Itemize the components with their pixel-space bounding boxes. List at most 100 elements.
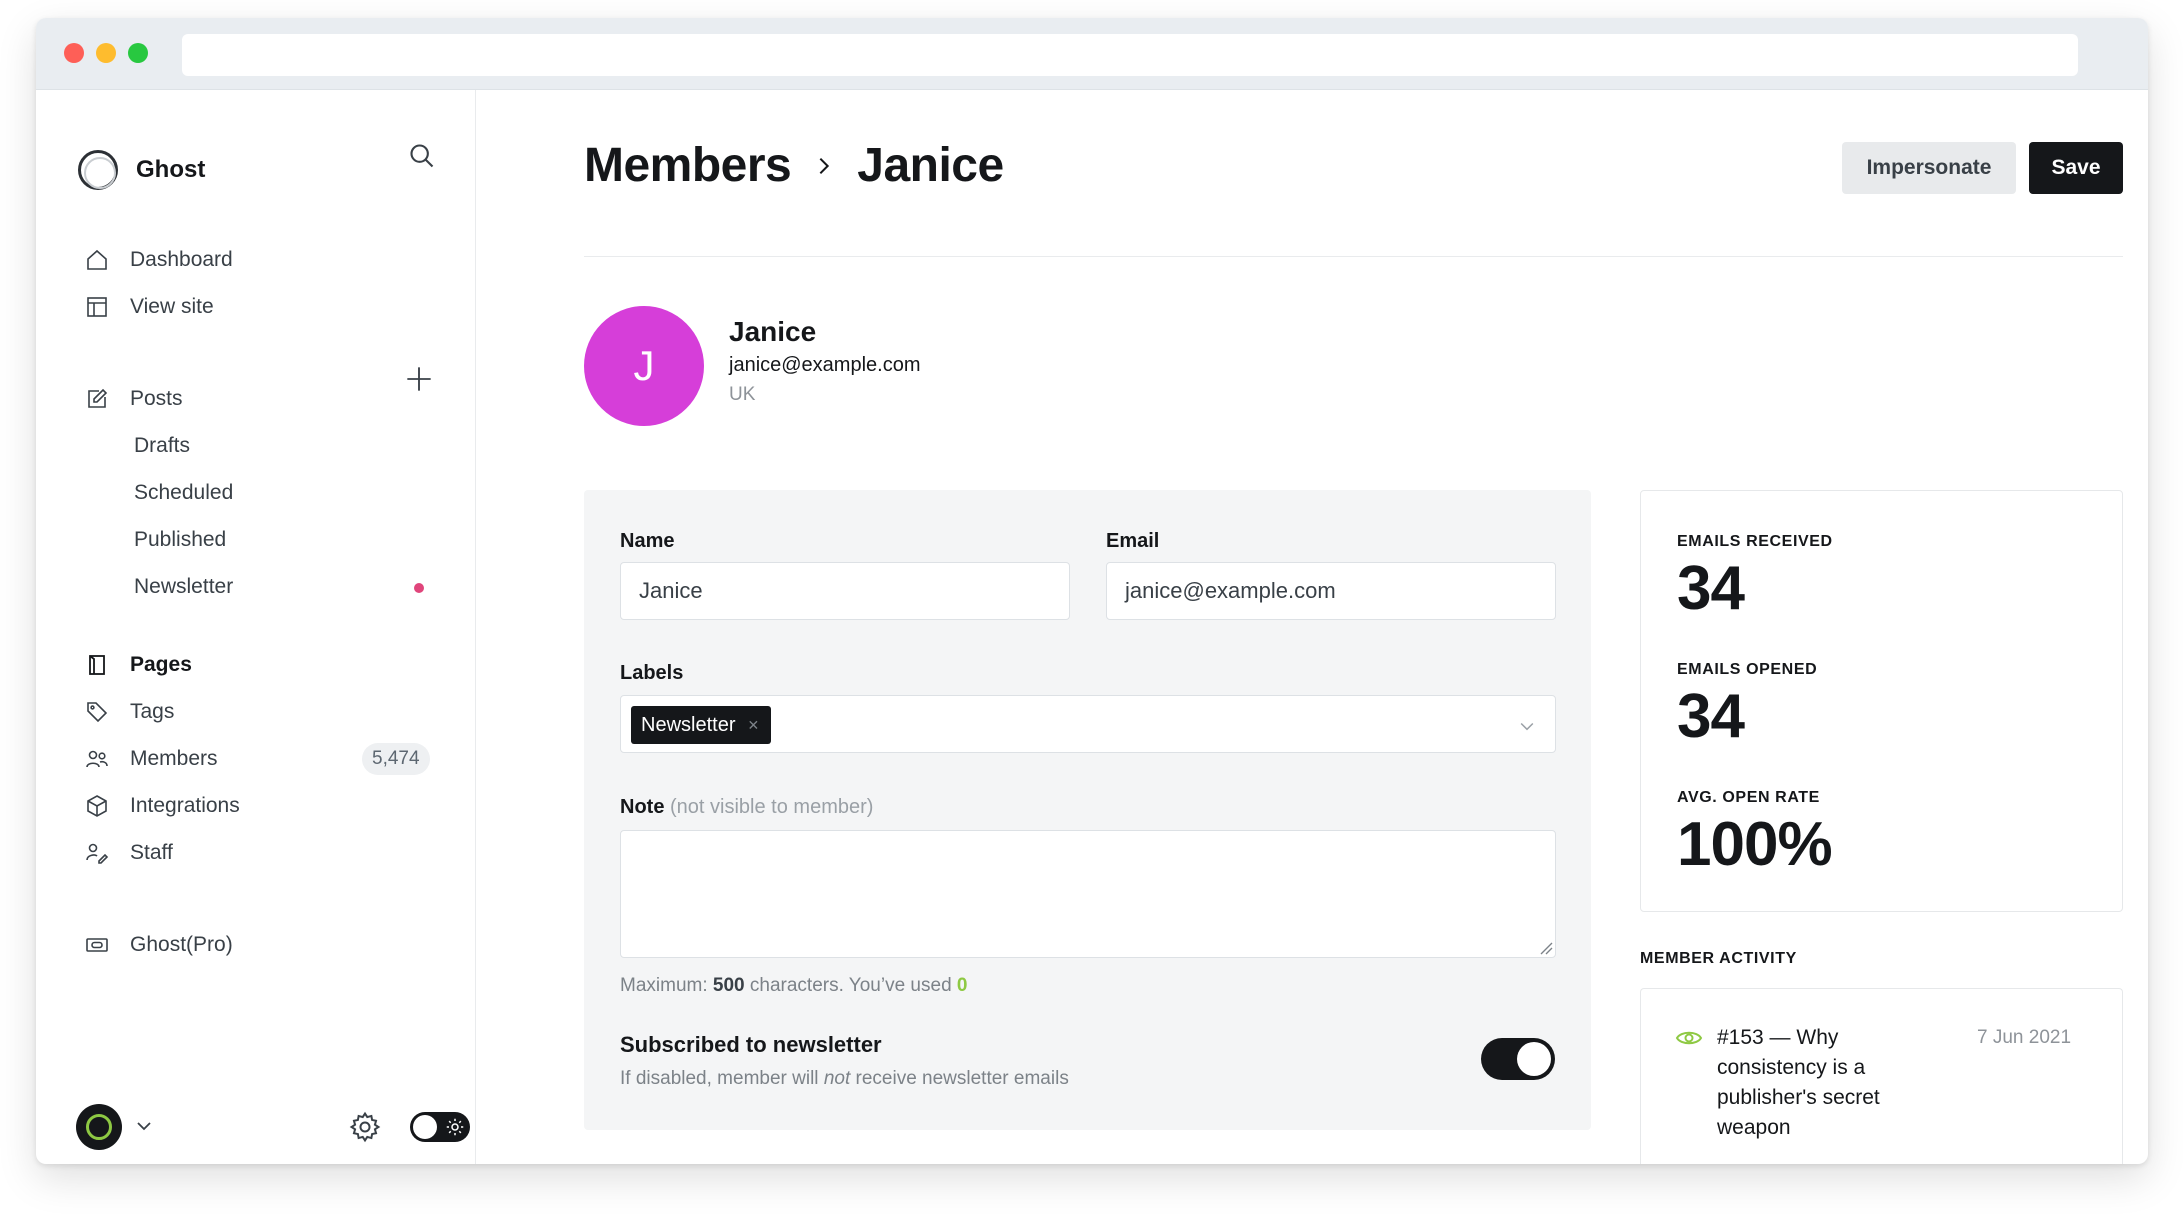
sidebar-item-staff[interactable]: Staff [82,833,173,873]
sidebar-item-label: Ghost(Pro) [130,933,233,956]
labels-label: Labels [620,662,684,684]
members-icon [82,744,112,774]
sidebar-item-label: Staff [130,841,173,864]
browser-window: Ghost Dashboard View site Posts Drafts S… [36,18,2148,1164]
label-tag-text: Newsletter [641,713,736,736]
member-avatar: J [584,306,704,426]
theme-toggle[interactable] [410,1112,470,1142]
ghost-logo-icon [78,150,118,190]
header-divider [584,256,2123,257]
newsletter-toggle[interactable] [1481,1038,1555,1080]
note-label: Note (not visible to member) [620,796,873,819]
note-textarea[interactable] [620,830,1556,958]
sidebar-item-label: Pages [130,653,192,676]
breadcrumb: Members Janice [584,138,1004,193]
save-button[interactable]: Save [2029,142,2123,194]
search-button[interactable] [402,136,442,176]
note-hint: (not visible to member) [670,796,874,818]
note-char-count: Maximum: 500 characters. You’ve used 0 [620,975,968,997]
maximize-window-button[interactable] [128,43,148,63]
home-icon [82,245,112,275]
sidebar-item-dashboard[interactable]: Dashboard [82,240,233,280]
user-avatar[interactable] [76,1104,122,1150]
desc-emphasis: not [823,1068,851,1089]
sun-icon [446,1118,464,1136]
unread-indicator [414,583,424,593]
page-icon [82,650,112,680]
brand[interactable]: Ghost [78,150,205,190]
gear-icon[interactable] [348,1110,382,1144]
name-label: Name [620,530,675,552]
stats-card: EMAILS RECEIVED 34 EMAILS OPENED 34 AVG.… [1640,490,2123,912]
used-value: 0 [956,975,968,996]
eye-icon [1675,1031,1703,1045]
sidebar-item-label: Tags [130,700,175,723]
stat-label: AVG. OPEN RATE [1677,789,1820,806]
layout-icon [82,292,112,322]
member-name: Janice [729,316,817,347]
labels-select[interactable]: Newsletter ✕ [620,695,1556,753]
stat-label: EMAILS RECEIVED [1677,533,1833,550]
member-email: janice@example.com [729,354,921,376]
sidebar-item-pages[interactable]: Pages [82,645,192,685]
toggle-knob [413,1115,437,1139]
card-icon [82,930,112,960]
desc-part-1: If disabled, member will [620,1068,819,1089]
activity-item-link[interactable]: #153 — Why consistency is a publisher's … [1717,1023,1937,1143]
resize-handle-icon[interactable] [1539,941,1553,955]
plus-icon [407,367,431,391]
sidebar-item-view-site[interactable]: View site [82,287,214,327]
brand-name: Ghost [136,156,206,183]
sidebar-subitem-published[interactable]: Published [134,520,226,560]
sidebar-item-integrations[interactable]: Integrations [82,786,240,826]
subscribed-description: If disabled, member will not receive new… [620,1068,1069,1090]
edit-icon [82,384,112,414]
chevron-right-icon [813,155,835,177]
search-icon [410,144,434,168]
activity-list: #153 — Why consistency is a publisher's … [1640,988,2123,1164]
member-form: Name Janice Email janice@example.com Lab… [584,490,1591,1130]
address-bar[interactable] [182,34,2078,76]
sidebar-item-label: Dashboard [130,248,233,271]
close-window-button[interactable] [64,43,84,63]
chevron-down-icon[interactable] [132,1114,156,1138]
toggle-knob [1517,1042,1551,1076]
main-content: Members Janice Impersonate Save J Janice… [477,90,2148,1164]
new-post-button[interactable] [402,362,436,396]
sidebar-item-members[interactable]: Members [82,739,218,779]
activity-title: MEMBER ACTIVITY [1640,950,1797,967]
sidebar: Ghost Dashboard View site Posts Drafts S… [36,90,476,1164]
max-suffix: characters. You’ve used [749,975,952,996]
stat-label: EMAILS OPENED [1677,661,1818,678]
minimize-window-button[interactable] [96,43,116,63]
email-label: Email [1106,530,1160,552]
sidebar-item-label: Integrations [130,794,240,817]
sidebar-subitem-scheduled[interactable]: Scheduled [134,473,233,513]
members-count-badge: 5,474 [362,743,430,775]
sidebar-subitem-newsletter[interactable]: Newsletter [134,567,233,607]
chevron-down-icon[interactable] [1517,716,1537,736]
sidebar-item-posts[interactable]: Posts [82,379,183,419]
title-bar [36,18,2148,90]
email-field[interactable]: janice@example.com [1106,562,1556,620]
activity-date: 7 Jun 2021 [1977,1027,2072,1048]
tag-icon [82,697,112,727]
remove-tag-icon[interactable]: ✕ [747,717,759,734]
sidebar-subitem-drafts[interactable]: Drafts [134,426,190,466]
sidebar-item-tags[interactable]: Tags [82,692,174,732]
label-tag: Newsletter ✕ [631,706,772,744]
member-location: UK [729,384,756,405]
sidebar-item-label: Posts [130,387,183,410]
breadcrumb-members-link[interactable]: Members [584,138,792,193]
max-prefix: Maximum: [620,975,708,996]
note-label-text: Note [620,796,665,818]
name-field[interactable]: Janice [620,562,1070,620]
max-value: 500 [712,975,745,996]
staff-icon [82,838,112,868]
sidebar-item-ghost-pro[interactable]: Ghost(Pro) [82,925,233,965]
impersonate-button[interactable]: Impersonate [1842,142,2016,194]
stat-value: 34 [1677,682,1745,751]
stat-value: 100% [1677,810,1833,879]
stat-value: 34 [1677,554,1745,623]
page-title: Janice [857,139,1004,192]
